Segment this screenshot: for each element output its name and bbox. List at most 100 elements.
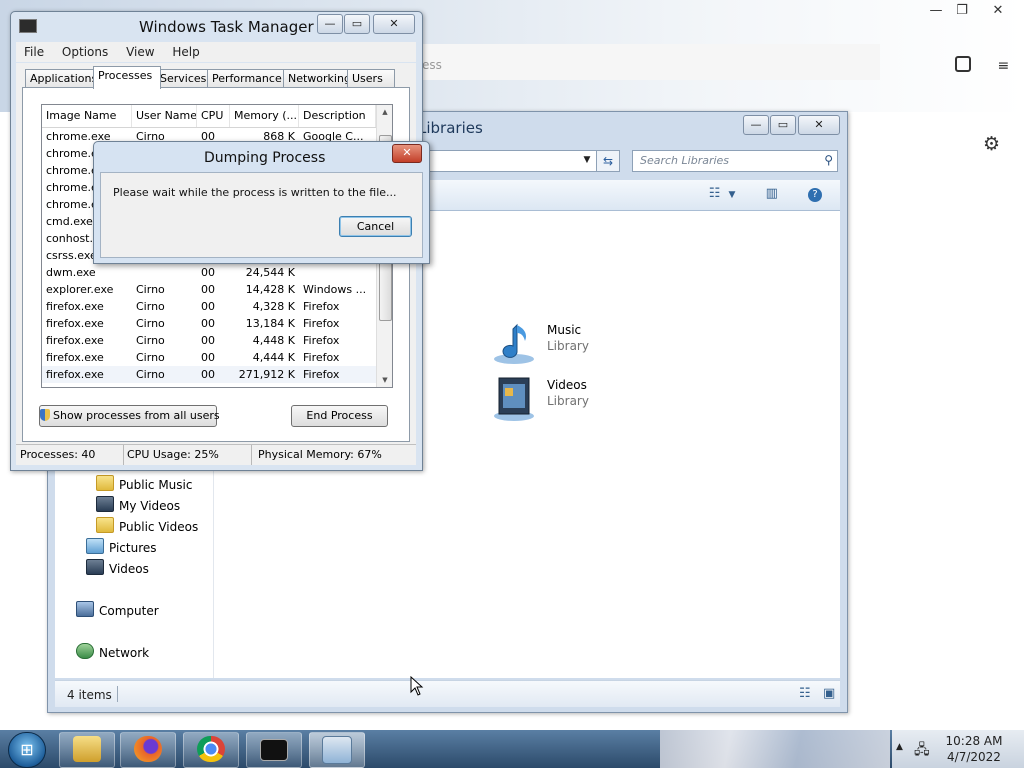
browser-minimize-button[interactable]: —	[922, 2, 950, 20]
table-cell: Firefox	[303, 368, 340, 381]
scroll-down-icon[interactable]: ▼	[377, 373, 392, 387]
table-cell: 271,912 K	[238, 368, 295, 381]
table-row[interactable]: explorer.exe Cirno 00 14,428 K Windows ...	[42, 281, 376, 298]
scroll-up-icon[interactable]: ▲	[377, 105, 392, 119]
menu-help[interactable]: Help	[172, 42, 199, 62]
column-memory[interactable]: Memory (...	[230, 105, 299, 127]
table-cell: 00	[201, 368, 215, 381]
library-item-videos[interactable]: Videos Library	[491, 374, 691, 426]
show-all-processes-button[interactable]: Show processes from all users	[39, 405, 220, 427]
table-row[interactable]: firefox.exe Cirno 00 13,184 K Firefox	[42, 315, 376, 332]
start-button[interactable]: ⊞	[8, 732, 46, 768]
dialog-message: Please wait while the process is written…	[113, 186, 397, 199]
table-cell	[299, 264, 376, 281]
table-cell: Cirno	[136, 300, 165, 313]
menu-view[interactable]: View	[126, 42, 154, 62]
cancel-button[interactable]: Cancel	[339, 216, 412, 237]
nav-item-my-videos[interactable]: My Videos	[96, 496, 180, 516]
views-icon[interactable]: ☷	[709, 186, 721, 201]
table-cell: firefox.exe	[46, 300, 104, 313]
nav-item-videos[interactable]: Videos	[86, 559, 149, 579]
clock-time[interactable]: 10:28 AM	[940, 734, 1008, 748]
details-view-icon[interactable]: ☷	[799, 686, 811, 701]
explorer-close-button[interactable]: ✕	[798, 115, 840, 135]
table-cell: firefox.exe	[46, 334, 104, 347]
column-description[interactable]: Description	[299, 105, 376, 127]
tab-performance[interactable]: Performance	[207, 69, 291, 88]
pictures-icon	[86, 538, 104, 554]
table-cell: Windows ...	[303, 283, 367, 296]
search-icon[interactable]: ⚲	[824, 153, 833, 167]
table-cell: 00	[201, 317, 215, 330]
show-hidden-icons-icon[interactable]: ▲	[896, 742, 903, 752]
table-cell: 00	[201, 266, 215, 279]
column-image-name[interactable]: Image Name	[42, 105, 132, 127]
dumping-process-dialog: Dumping Process ✕ Please wait while the …	[93, 141, 430, 264]
nav-item-computer[interactable]: Computer	[76, 601, 159, 621]
column-user-name[interactable]: User Name	[132, 105, 197, 127]
table-cell: 4,328 K	[252, 300, 295, 313]
taskbar: ⊞ ▲ 🖧 10:28 AM 4/7/2022	[0, 730, 1024, 768]
tab-services[interactable]: Services	[155, 69, 215, 88]
tab-processes[interactable]: Processes	[93, 66, 161, 89]
taskmgr-minimize-button[interactable]: —	[317, 14, 343, 34]
pocket-icon[interactable]	[955, 56, 971, 72]
browser-restore-button[interactable]: ❐	[948, 2, 976, 20]
nav-item-network[interactable]: Network	[76, 643, 149, 663]
menu-options[interactable]: Options	[62, 42, 108, 62]
table-cell: 00	[201, 283, 215, 296]
explorer-maximize-button[interactable]: ▭	[770, 115, 796, 135]
tab-applications[interactable]: Applications	[25, 69, 97, 88]
taskbar-firefox-button[interactable]	[120, 732, 176, 768]
table-row[interactable]: firefox.exe Cirno 00 4,448 K Firefox	[42, 332, 376, 349]
tab-networking[interactable]: Networking	[283, 69, 355, 88]
nav-item-pictures[interactable]: Pictures	[86, 538, 157, 558]
table-cell: firefox.exe	[46, 317, 104, 330]
help-icon[interactable]: ?	[808, 188, 822, 202]
firefox-icon	[134, 736, 162, 762]
preview-pane-icon[interactable]: ▥	[766, 186, 778, 201]
network-tray-icon[interactable]: 🖧	[914, 739, 932, 758]
nav-item-public-videos[interactable]: Public Videos	[96, 517, 198, 537]
table-row[interactable]: dwm.exe 00 24,544 K	[42, 264, 376, 281]
taskmgr-close-button[interactable]: ✕	[373, 14, 415, 34]
folder-icon	[96, 475, 114, 491]
refresh-icon[interactable]: ⇆	[596, 150, 620, 172]
item-count: 4 items	[67, 688, 112, 702]
dialog-close-button[interactable]: ✕	[392, 144, 422, 163]
views-dropdown-icon[interactable]: ▼	[729, 190, 736, 200]
search-input[interactable]: Search Libraries ⚲	[632, 150, 838, 172]
table-cell: 4,444 K	[252, 351, 295, 364]
table-cell: Firefox	[303, 351, 340, 364]
end-process-button[interactable]: End Process	[291, 405, 388, 427]
table-cell: dwm.exe	[46, 266, 96, 279]
table-cell: Firefox	[303, 300, 340, 313]
nav-item-public-music[interactable]: Public Music	[96, 475, 192, 495]
menu-icon[interactable]: ≡	[997, 58, 1009, 74]
task-manager-status-bar: Processes: 40 CPU Usage: 25% Physical Me…	[16, 444, 416, 465]
column-cpu[interactable]: CPU	[197, 105, 230, 127]
taskbar-chrome-button[interactable]	[183, 732, 239, 768]
wallpaper-strip	[660, 730, 890, 768]
library-item-music[interactable]: Music Library	[491, 319, 691, 371]
table-row[interactable]: firefox.exe Cirno 00 4,444 K Firefox	[42, 349, 376, 366]
chrome-icon	[197, 736, 225, 762]
menu-file[interactable]: File	[24, 42, 44, 62]
explorer-minimize-button[interactable]: —	[743, 115, 769, 135]
address-dropdown-icon[interactable]: ▼	[579, 150, 595, 170]
explorer-title: Libraries	[418, 119, 483, 137]
task-manager-title: Windows Task Manager	[139, 18, 314, 36]
taskbar-taskmgr-button[interactable]	[309, 732, 365, 768]
taskmgr-maximize-button[interactable]: ▭	[344, 14, 370, 34]
tab-users[interactable]: Users	[347, 69, 395, 88]
large-icons-view-icon[interactable]: ▣	[823, 686, 835, 701]
browser-close-button[interactable]: ✕	[984, 2, 1012, 20]
library-subtitle: Library	[547, 339, 589, 353]
table-row[interactable]: firefox.exe Cirno 00 271,912 K Firefox	[42, 366, 376, 383]
table-row[interactable]: firefox.exe Cirno 00 4,328 K Firefox	[42, 298, 376, 315]
status-physical-memory: Physical Memory: 67%	[258, 448, 382, 461]
taskbar-cmd-button[interactable]	[246, 732, 302, 768]
taskbar-explorer-button[interactable]	[59, 732, 115, 768]
gear-icon[interactable]: ⚙	[983, 133, 1000, 155]
clock-date[interactable]: 4/7/2022	[940, 750, 1008, 764]
